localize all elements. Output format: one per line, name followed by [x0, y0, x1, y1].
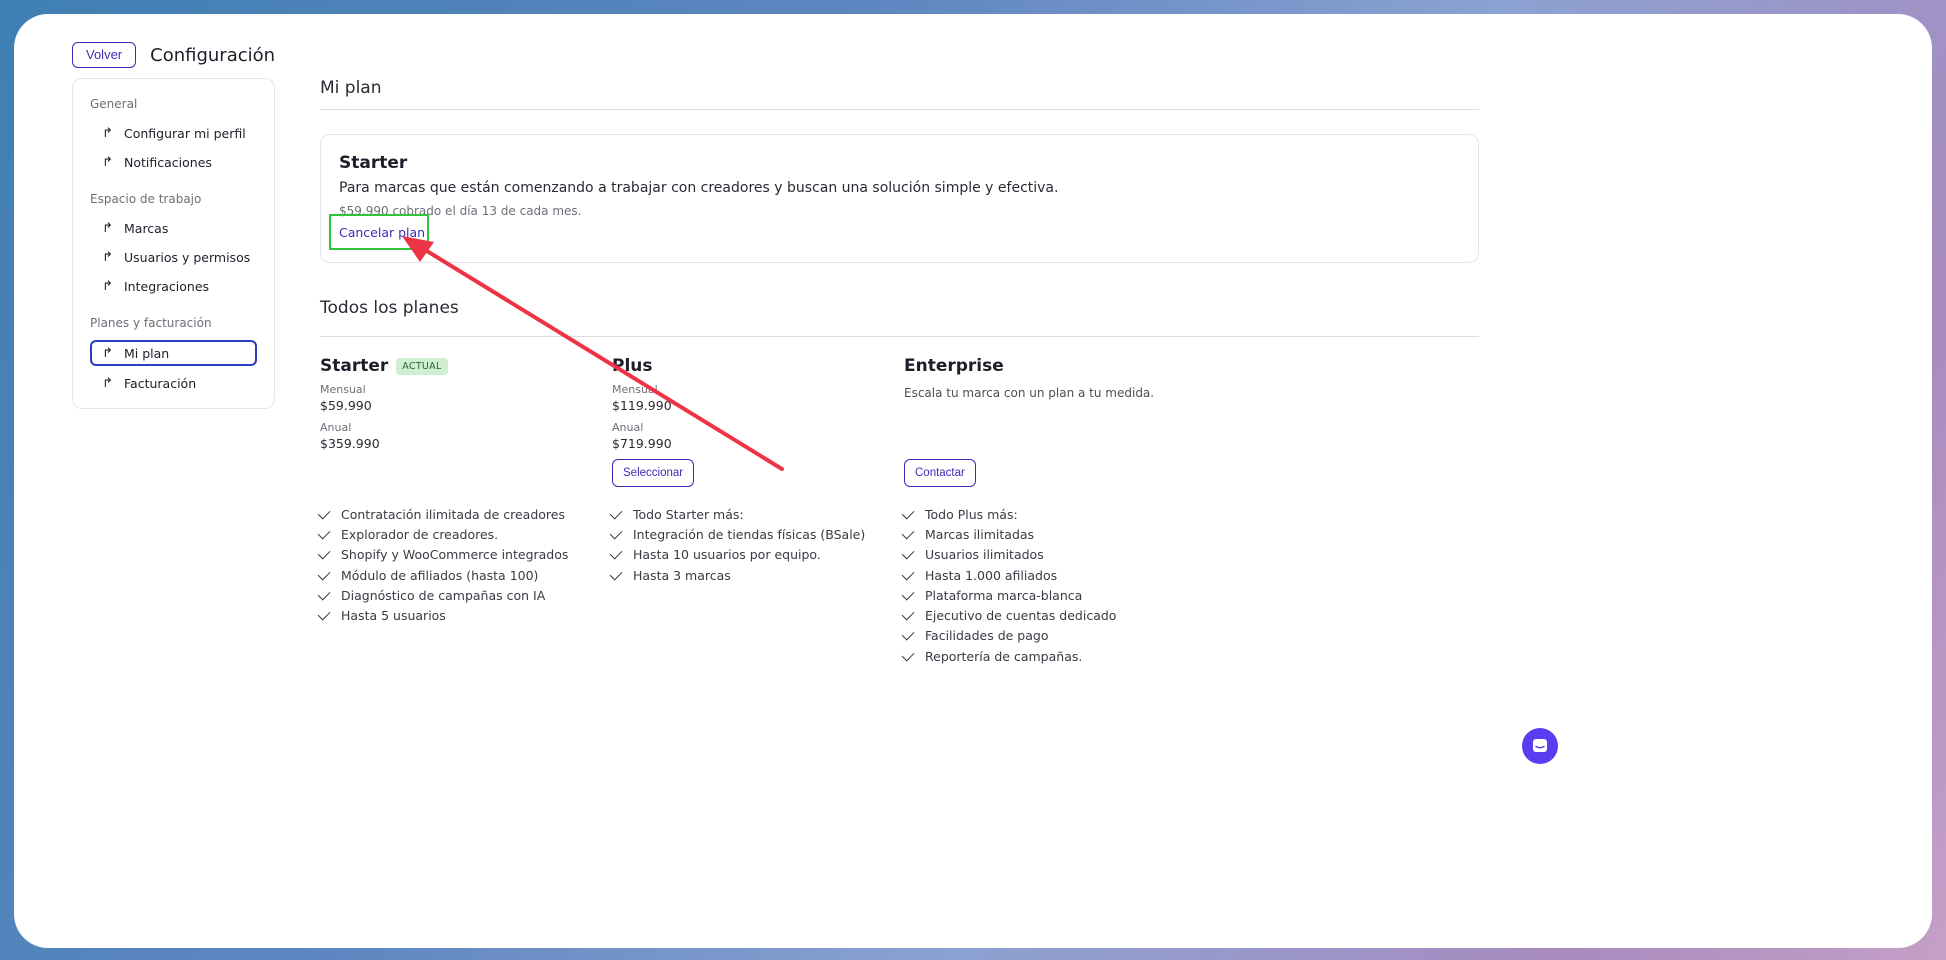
plan-description: Escala tu marca con un plan a tu medida. [904, 386, 1155, 400]
list-item: Explorador de creadores. [317, 524, 568, 544]
sidebar-item-users[interactable]: ↱ Usuarios y permisos [90, 245, 257, 269]
share-arrow-icon: ↱ [102, 154, 113, 170]
check-icon [901, 648, 915, 662]
list-item: Hasta 5 usuarios [317, 605, 568, 625]
check-icon [609, 506, 623, 520]
check-icon [901, 506, 915, 520]
my-plan-heading: Mi plan [320, 78, 382, 98]
topbar: Volver Configuración [72, 42, 275, 68]
check-icon [901, 546, 915, 560]
app-window: Volver Configuración General ↱ Configura… [14, 14, 1932, 948]
list-item: Reportería de campañas. [901, 646, 1116, 666]
chat-icon [1533, 739, 1547, 752]
plan-column-starter: Starter ACTUAL Mensual $59.990 Anual $35… [320, 356, 600, 451]
share-arrow-icon: ↱ [102, 249, 113, 265]
annual-price: $719.990 [612, 436, 672, 451]
list-item: Módulo de afiliados (hasta 100) [317, 565, 568, 585]
check-icon [901, 607, 915, 621]
plan-title: Plus [612, 356, 653, 376]
check-icon [317, 587, 331, 601]
page-title: Configuración [150, 44, 276, 66]
check-icon [609, 546, 623, 560]
check-icon [317, 546, 331, 560]
all-plans-heading: Todos los planes [320, 298, 459, 318]
divider [320, 336, 1479, 337]
share-arrow-icon: ↱ [102, 345, 113, 361]
plan-title: Starter [320, 356, 389, 376]
chat-button[interactable] [1522, 728, 1558, 764]
divider [320, 109, 1479, 110]
list-item: Ejecutivo de cuentas dedicado [901, 605, 1116, 625]
select-plus-button[interactable]: Seleccionar [612, 459, 695, 487]
annual-label: Anual [612, 421, 644, 434]
list-item: Facilidades de pago [901, 626, 1116, 646]
sidebar-section-billing: Planes y facturación [90, 316, 212, 330]
feature-list-enterprise: Todo Plus más: Marcas ilimitadas Usuario… [901, 504, 1116, 666]
sidebar-item-label: Marcas [124, 220, 169, 236]
back-button[interactable]: Volver [72, 42, 137, 68]
monthly-price: $59.990 [320, 398, 372, 413]
list-item: Contratación ilimitada de creadores [317, 504, 568, 524]
feature-list-plus: Todo Starter más: Integración de tiendas… [609, 504, 865, 585]
sidebar-item-notifications[interactable]: ↱ Notificaciones [90, 150, 257, 174]
check-icon [317, 607, 331, 621]
list-item: Marcas ilimitadas [901, 524, 1116, 544]
list-item: Hasta 10 usuarios por equipo. [609, 545, 865, 565]
annual-price: $359.990 [320, 436, 380, 451]
check-icon [901, 567, 915, 580]
sidebar-item-integrations[interactable]: ↱ Integraciones [90, 274, 257, 298]
list-item: Shopify y WooCommerce integrados [317, 545, 568, 565]
feature-list-starter: Contratación ilimitada de creadores Expl… [317, 504, 568, 626]
sidebar-item-my-plan[interactable]: ↱ Mi plan [90, 340, 257, 366]
current-plan-description: Para marcas que están comenzando a traba… [339, 180, 1059, 196]
share-arrow-icon: ↱ [102, 220, 113, 236]
cancel-plan-link[interactable]: Cancelar plan [329, 214, 429, 250]
sidebar-item-label: Integraciones [124, 278, 210, 294]
current-badge: ACTUAL [396, 357, 448, 375]
list-item: Integración de tiendas físicas (BSale) [609, 524, 865, 544]
list-item: Usuarios ilimitados [901, 545, 1116, 565]
sidebar-item-label: Configurar mi perfil [124, 125, 246, 141]
check-icon [609, 526, 623, 540]
share-arrow-icon: ↱ [102, 278, 113, 294]
annual-label: Anual [320, 421, 352, 434]
sidebar-section-workspace: Espacio de trabajo [90, 192, 202, 206]
sidebar-item-label: Facturación [124, 375, 197, 391]
check-icon [901, 526, 915, 540]
list-item: Todo Starter más: [609, 504, 865, 524]
sidebar-section-general: General [90, 97, 138, 111]
list-item: Todo Plus más: [901, 504, 1116, 524]
share-arrow-icon: ↱ [102, 125, 113, 141]
sidebar-item-label: Usuarios y permisos [124, 249, 251, 265]
current-plan-name: Starter [339, 153, 408, 173]
check-icon [317, 526, 331, 540]
sidebar-item-label: Mi plan [124, 345, 170, 361]
sidebar-item-profile[interactable]: ↱ Configurar mi perfil [90, 121, 257, 145]
plan-title: Enterprise [904, 356, 1004, 376]
settings-sidebar: General ↱ Configurar mi perfil ↱ Notific… [72, 78, 275, 409]
check-icon [901, 587, 915, 601]
list-item: Plataforma marca-blanca [901, 585, 1116, 605]
plan-column-enterprise: Enterprise Escala tu marca con un plan a… [904, 356, 1184, 487]
list-item: Hasta 1.000 afiliados [901, 565, 1116, 585]
check-icon [609, 567, 623, 580]
contact-enterprise-button[interactable]: Contactar [904, 459, 976, 487]
list-item: Diagnóstico de campañas con IA [317, 585, 568, 605]
check-icon [317, 567, 331, 580]
check-icon [317, 506, 331, 520]
check-icon [901, 628, 915, 641]
sidebar-item-invoicing[interactable]: ↱ Facturación [90, 371, 257, 395]
monthly-label: Mensual [320, 383, 366, 396]
current-plan-card: Starter Para marcas que están comenzando… [320, 134, 1479, 263]
monthly-label: Mensual [612, 383, 658, 396]
sidebar-item-label: Notificaciones [124, 154, 212, 170]
share-arrow-icon: ↱ [102, 375, 113, 391]
current-plan-billing: $59.990 cobrado el día 13 de cada mes. [339, 204, 582, 218]
sidebar-item-brands[interactable]: ↱ Marcas [90, 216, 257, 240]
list-item: Hasta 3 marcas [609, 565, 865, 585]
plan-column-plus: Plus Mensual $119.990 Anual $719.990 Sel… [612, 356, 892, 487]
monthly-price: $119.990 [612, 398, 672, 413]
